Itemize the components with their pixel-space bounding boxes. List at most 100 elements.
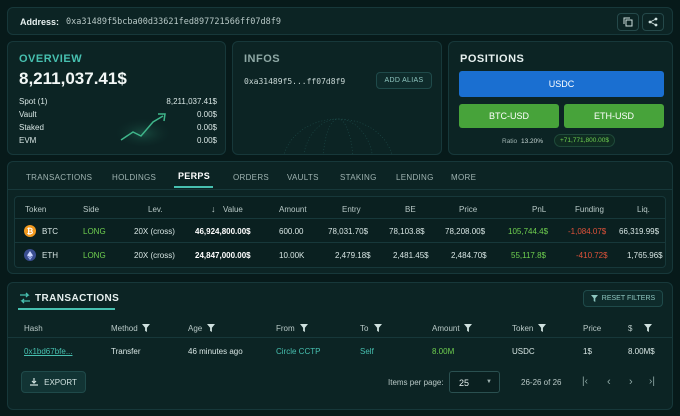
- copy-button[interactable]: [617, 13, 639, 31]
- transaction-row[interactable]: 0x1bd67bfe... Transfer 46 minutes ago Ci…: [8, 339, 672, 361]
- to-link[interactable]: Self: [360, 347, 374, 356]
- funding-cell: -1,084.07$: [568, 227, 607, 236]
- amount-cell: 10.00K: [279, 251, 305, 260]
- items-per-page-label: Items per page:: [388, 378, 444, 387]
- token-name: ETH: [42, 251, 58, 260]
- eth-usd-position-bar[interactable]: ETH-USD: [564, 104, 664, 128]
- col-liq[interactable]: Liq.: [637, 205, 650, 214]
- col-token[interactable]: Token: [25, 205, 46, 214]
- tab-vaults[interactable]: VAULTS: [287, 173, 319, 182]
- overview-row-value: 0.00$: [196, 136, 217, 145]
- tab-transactions[interactable]: TRANSACTIONS: [26, 173, 92, 182]
- chevron-down-icon: ▼: [486, 379, 492, 385]
- share-button[interactable]: [642, 13, 664, 31]
- tab-more[interactable]: MORE: [451, 173, 476, 182]
- btc-icon: ₿: [24, 225, 36, 237]
- method-filter-icon[interactable]: [142, 324, 150, 332]
- reset-filters-label: RESET FILTERS: [601, 295, 656, 302]
- infos-address: 0xa31489f5...ff07d8f9: [244, 77, 346, 86]
- export-button[interactable]: EXPORT: [21, 371, 86, 393]
- col-amount[interactable]: Amount: [432, 324, 460, 333]
- age-cell: 46 minutes ago: [188, 347, 243, 356]
- usd-filter-icon[interactable]: [644, 324, 652, 332]
- overview-row: Spot (1) 8,211,037.41$: [19, 97, 217, 110]
- price-cell: 2,484.70$: [451, 251, 487, 260]
- price-cell: 1$: [583, 347, 592, 356]
- reset-filters-button[interactable]: RESET FILTERS: [583, 290, 663, 307]
- amount-filter-icon[interactable]: [464, 324, 472, 332]
- funding-cell: -410.72$: [576, 251, 608, 260]
- prev-page-icon[interactable]: ‹: [607, 376, 611, 388]
- col-funding[interactable]: Funding: [575, 205, 604, 214]
- overview-row-label: Staked: [19, 123, 44, 132]
- liq-cell: 1,765.96$: [627, 251, 663, 260]
- from-filter-icon[interactable]: [300, 324, 308, 332]
- col-token[interactable]: Token: [512, 324, 533, 333]
- col-amount[interactable]: Amount: [279, 205, 307, 214]
- tab-perps[interactable]: PERPS: [178, 171, 210, 181]
- add-alias-label: ADD ALIAS: [384, 77, 424, 84]
- to-filter-icon[interactable]: [374, 324, 382, 332]
- next-page-icon[interactable]: ›: [629, 376, 633, 388]
- col-lev[interactable]: Lev.: [148, 205, 163, 214]
- tab-staking[interactable]: STAKING: [340, 173, 377, 182]
- copy-icon: [623, 17, 633, 27]
- perps-table: Token Side Lev. ↓ Value Amount Entry BE …: [14, 196, 666, 268]
- overview-row-value: 8,211,037.41$: [166, 97, 217, 106]
- col-from[interactable]: From: [276, 324, 295, 333]
- tab-orders[interactable]: ORDERS: [233, 173, 269, 182]
- overview-row: Staked 0.00$: [19, 123, 217, 136]
- col-be[interactable]: BE: [405, 205, 416, 214]
- transactions-panel: TRANSACTIONS RESET FILTERS Hash Method A…: [7, 282, 673, 410]
- col-value[interactable]: Value: [223, 205, 243, 214]
- col-usd[interactable]: $: [628, 324, 632, 333]
- infos-title: INFOS: [244, 53, 281, 65]
- pagination-range: 26-26 of 26: [521, 378, 562, 387]
- side-value: LONG: [83, 227, 106, 236]
- address-value: 0xa31489f5bcba00d33621fed897721566ff07d8…: [66, 17, 281, 27]
- from-link[interactable]: Circle CCTP: [276, 347, 320, 356]
- btc-usd-position-bar[interactable]: BTC-USD: [459, 104, 559, 128]
- address-bar: Address: 0xa31489f5bcba00d33621fed897721…: [7, 7, 673, 35]
- lev-value: 20X (cross): [134, 227, 175, 236]
- tab-holdings[interactable]: HOLDINGS: [112, 173, 156, 182]
- overview-row-value: 0.00$: [196, 123, 217, 132]
- col-price[interactable]: Price: [583, 324, 601, 333]
- items-per-page-value: 25: [459, 378, 470, 388]
- filter-icon: [590, 295, 598, 302]
- transactions-header-row: Hash Method Age From To Amount Token Pri…: [8, 318, 672, 338]
- share-icon: [648, 17, 658, 27]
- usdc-position-bar[interactable]: USDC: [459, 71, 664, 97]
- col-entry[interactable]: Entry: [342, 205, 361, 214]
- col-hash[interactable]: Hash: [24, 324, 43, 333]
- first-page-icon[interactable]: |‹: [582, 376, 588, 387]
- infos-panel: INFOS 0xa31489f5...ff07d8f9 ADD ALIAS: [232, 41, 442, 155]
- hash-link[interactable]: 0x1bd67bfe...: [24, 347, 72, 356]
- age-filter-icon[interactable]: [207, 324, 215, 332]
- col-pnl[interactable]: PnL: [532, 205, 546, 214]
- token-filter-icon[interactable]: [538, 324, 546, 332]
- perps-row-eth[interactable]: ETH LONG 20X (cross) 24,847,000.00$ 10.0…: [15, 244, 665, 267]
- items-per-page-select[interactable]: 25 ▼: [449, 371, 500, 393]
- overview-panel: OVERVIEW 8,211,037.41$ Spot (1) 8,211,03…: [7, 41, 226, 155]
- positions-title: POSITIONS: [460, 53, 525, 65]
- col-to[interactable]: To: [360, 324, 368, 333]
- col-method[interactable]: Method: [111, 324, 138, 333]
- overview-row-label: EVM: [19, 136, 37, 145]
- be-cell: 2,481.45$: [393, 251, 429, 260]
- perps-row-btc[interactable]: ₿ BTC LONG 20X (cross) 46,924,800.00$ 60…: [15, 220, 665, 243]
- col-price[interactable]: Price: [459, 205, 477, 214]
- add-alias-button[interactable]: ADD ALIAS: [376, 72, 432, 89]
- tab-active-indicator: [174, 186, 213, 188]
- last-page-icon[interactable]: ›|: [649, 376, 655, 387]
- col-age[interactable]: Age: [188, 324, 202, 333]
- overview-row-value: 0.00$: [196, 110, 217, 119]
- tab-lending[interactable]: LENDING: [396, 173, 434, 182]
- eth-usd-label: ETH-USD: [594, 111, 634, 121]
- pnl-cell: 55,117.8$: [511, 251, 546, 260]
- amount-cell: 8.00M: [432, 347, 455, 356]
- main-tabs-panel: TRANSACTIONS HOLDINGS PERPS ORDERS VAULT…: [7, 161, 673, 274]
- sort-down-icon[interactable]: ↓: [211, 204, 216, 214]
- col-side[interactable]: Side: [83, 205, 99, 214]
- entry-cell: 2,479.18$: [335, 251, 371, 260]
